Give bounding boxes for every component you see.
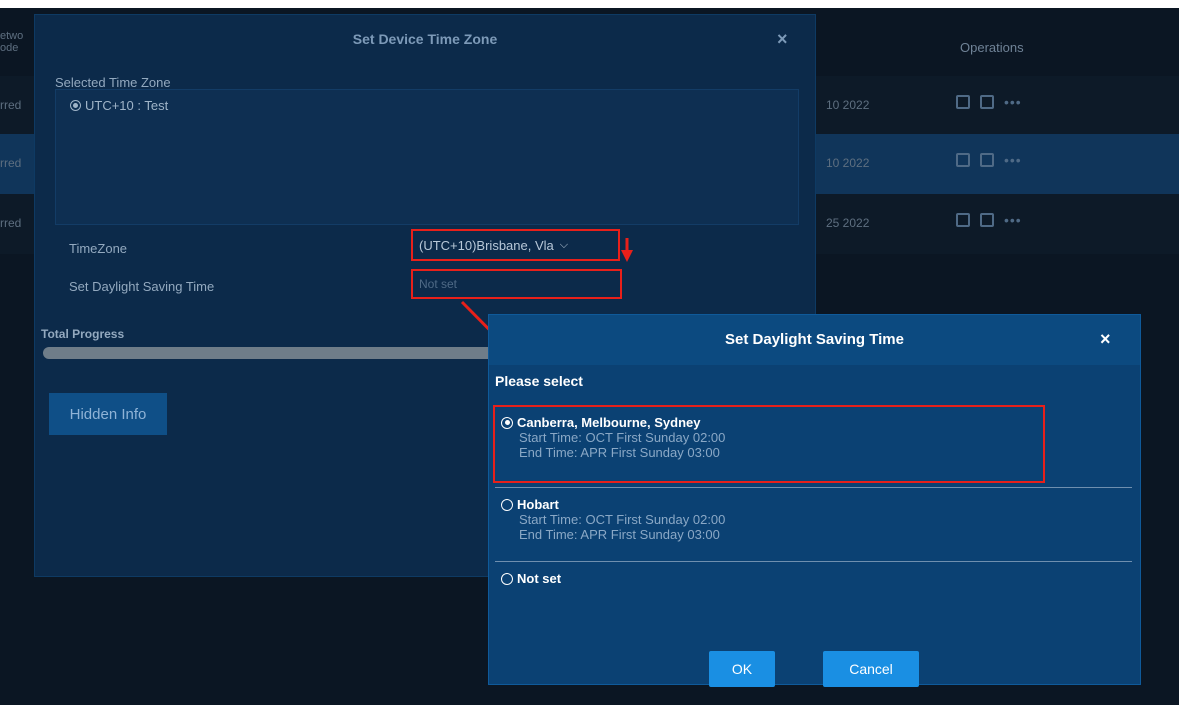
row-date: 10 2022: [826, 98, 870, 112]
set-daylight-saving-dialog: Set Daylight Saving Time × Please select…: [488, 314, 1141, 687]
operations-header: Operations: [960, 40, 1024, 55]
more-icon[interactable]: •••: [1004, 94, 1022, 110]
divider: [495, 561, 1132, 562]
chevron-down-icon: ⌵: [559, 238, 569, 251]
ok-button[interactable]: OK: [709, 651, 775, 687]
dialog-header: Set Daylight Saving Time ×: [489, 315, 1140, 365]
close-icon[interactable]: ×: [1100, 329, 1111, 350]
network-mode-header-cut: etwo ode: [0, 30, 23, 54]
option-start-time: Start Time: OCT First Sunday 02:00: [519, 512, 726, 527]
app-window: etwo ode Operations rred 10 2022 ••• rre…: [0, 8, 1179, 705]
edit-icon[interactable]: [956, 213, 970, 227]
daylight-saving-label: Set Daylight Saving Time: [69, 279, 215, 294]
radio-unchecked-icon[interactable]: [501, 498, 513, 511]
row-operations: •••: [956, 152, 1022, 168]
total-progress-label: Total Progress: [41, 327, 125, 341]
option-not-set[interactable]: Not set: [501, 571, 561, 586]
close-icon[interactable]: ×: [777, 29, 788, 50]
option-name: Hobart: [517, 497, 559, 512]
selected-time-zone-text: UTC+10 : Test: [85, 98, 169, 113]
more-icon[interactable]: •••: [1004, 152, 1022, 168]
please-select-label: Please select: [495, 373, 583, 389]
option-end-time: End Time: APR First Sunday 03:00: [519, 527, 720, 542]
dialog-title: Set Device Time Zone: [352, 31, 498, 47]
divider: [495, 487, 1132, 488]
selection-highlight: [493, 405, 1045, 483]
dialog-title: Set Daylight Saving Time: [725, 331, 904, 348]
selected-time-zone-list: UTC+10 : Test: [55, 89, 799, 225]
row-status-cut: rred: [0, 156, 22, 170]
more-icon[interactable]: •••: [1004, 212, 1022, 228]
radio-checked-icon: [70, 100, 81, 111]
radio-unchecked-icon[interactable]: [501, 572, 513, 585]
row-operations: •••: [956, 94, 1022, 110]
delete-icon[interactable]: [980, 213, 994, 227]
edit-icon[interactable]: [956, 153, 970, 167]
row-date: 25 2022: [826, 216, 870, 230]
header-cut-line1: etwo: [0, 30, 24, 42]
option-name-row: Hobart: [501, 497, 725, 512]
option-name-row: Not set: [501, 571, 561, 586]
edit-icon[interactable]: [956, 95, 970, 109]
delete-icon[interactable]: [980, 95, 994, 109]
daylight-saving-value: Not set: [419, 277, 458, 291]
row-status-cut: rred: [0, 98, 22, 112]
timezone-value: (UTC+10)Brisbane, Vla: [419, 237, 554, 253]
daylight-saving-field[interactable]: Not set: [411, 269, 622, 299]
row-operations: •••: [956, 212, 1022, 228]
dialog-body: Please select Canberra, Melbourne, Sydne…: [489, 365, 1140, 687]
selected-time-zone-label: Selected Time Zone: [55, 75, 171, 90]
selected-time-zone-item[interactable]: UTC+10 : Test: [70, 98, 168, 113]
timezone-select[interactable]: (UTC+10)Brisbane, Vla ⌵: [411, 229, 620, 261]
hidden-info-button[interactable]: Hidden Info: [49, 393, 167, 435]
cancel-button[interactable]: Cancel: [823, 651, 919, 687]
row-status-cut: rred: [0, 216, 22, 230]
header-cut-line2: ode: [0, 42, 19, 54]
row-date: 10 2022: [826, 156, 870, 170]
option-hobart[interactable]: Hobart Start Time: OCT First Sunday 02:0…: [501, 497, 725, 542]
option-name: Not set: [517, 571, 562, 586]
delete-icon[interactable]: [980, 153, 994, 167]
timezone-label: TimeZone: [69, 241, 128, 256]
